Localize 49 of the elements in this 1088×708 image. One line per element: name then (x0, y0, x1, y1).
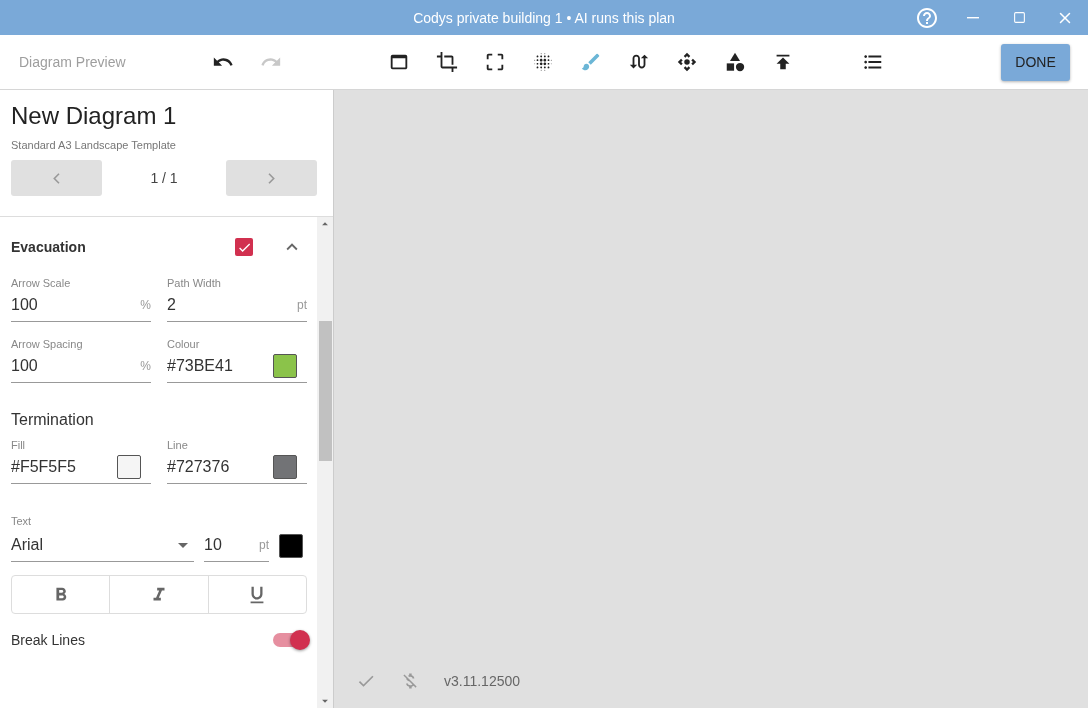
unit-label: % (140, 359, 151, 373)
color-swatch[interactable] (273, 455, 297, 479)
maximize-icon (1012, 11, 1026, 24)
section-heading: Termination (11, 411, 95, 429)
template-name: Standard A3 Landscape Template (11, 139, 177, 151)
field-label: Arrow Spacing (11, 338, 84, 350)
scrollbar-thumb[interactable] (318, 321, 332, 461)
color-swatch[interactable] (273, 354, 297, 378)
field-label: Path Width (167, 277, 222, 289)
minimize-icon (967, 16, 979, 19)
input-field[interactable]: #727376 (167, 451, 307, 484)
help-icon (915, 5, 939, 30)
toggle-label: Break Lines (11, 632, 85, 648)
toggle-switch[interactable] (273, 633, 307, 647)
scrollbar[interactable] (317, 217, 333, 708)
color-swatch[interactable] (117, 455, 141, 479)
input-field[interactable]: #73BE41 (167, 350, 307, 383)
unit-label: pt (297, 298, 307, 312)
input-field[interactable]: 100 % (11, 350, 151, 383)
checkbox[interactable] (235, 238, 253, 256)
done-button[interactable]: DONE (1001, 43, 1070, 81)
frame-icon (484, 51, 506, 73)
move-icon (676, 51, 698, 73)
section-title: Evacuation (11, 239, 87, 255)
field-label: Fill (11, 439, 27, 451)
crossed-dollar-icon (400, 671, 420, 691)
field-label: Line (167, 439, 189, 451)
field-label: Arrow Scale (11, 277, 72, 289)
dropdown-arrow-icon (178, 542, 188, 548)
version-label: v3.11.12500 (444, 673, 521, 689)
field-label: Text (11, 515, 32, 527)
shapes-icon (724, 51, 746, 73)
brush-icon (580, 51, 602, 73)
window-title: Codys private building 1 • AI runs this plan (413, 9, 675, 26)
diagram-title: New Diagram 1 (11, 102, 178, 130)
color-swatch[interactable] (279, 533, 303, 558)
input-field[interactable]: 100 % (11, 289, 151, 322)
crop-icon (436, 51, 458, 73)
font-dropdown[interactable]: Arial (11, 529, 194, 562)
field-label: Colour (167, 338, 201, 350)
unit-label: % (140, 298, 151, 312)
dots-icon (532, 51, 554, 73)
input-field[interactable]: 10 pt (204, 529, 269, 562)
input-field[interactable]: #F5F5F5 (11, 451, 151, 484)
toolbar-title: Diagram Preview (19, 54, 127, 70)
page-indicator: 1 / 1 (150, 170, 178, 186)
chevron-right-icon (268, 172, 275, 184)
chevron-left-icon (53, 172, 60, 184)
input-field[interactable]: 2 pt (167, 289, 307, 322)
